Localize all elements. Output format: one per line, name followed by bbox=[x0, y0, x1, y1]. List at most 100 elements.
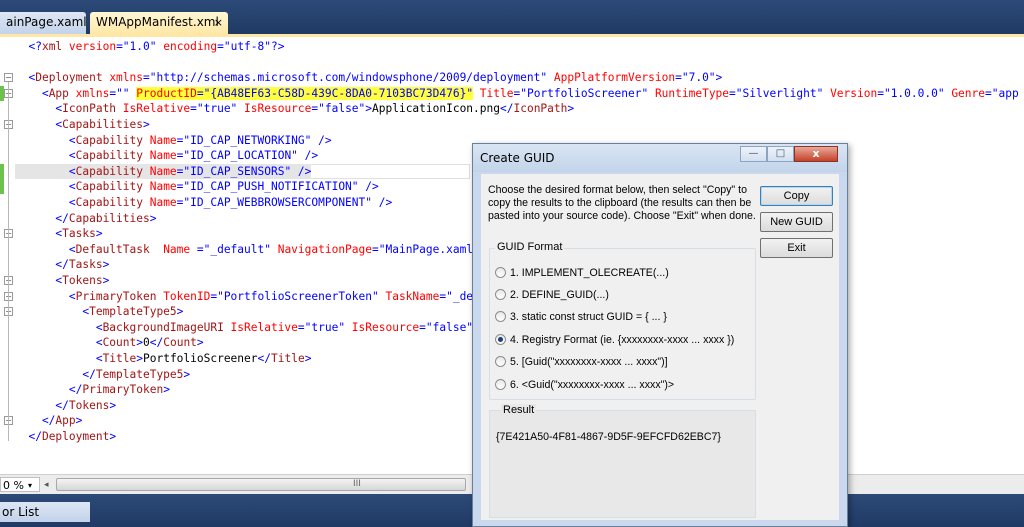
code-token: PrimaryToken bbox=[82, 383, 164, 397]
code-line: <App xmlns="" ProductID="{AB48EF63-C58D-… bbox=[15, 86, 1019, 102]
tab-label: or List bbox=[2, 505, 40, 519]
code-line: </Tasks> bbox=[15, 257, 109, 273]
code-line: </TemplateType5> bbox=[15, 367, 190, 383]
code-token: > bbox=[142, 118, 150, 131]
code-token: 0 bbox=[143, 336, 150, 350]
code-token: DefaultTask bbox=[75, 242, 150, 256]
code-token: </ bbox=[15, 258, 69, 272]
format-radio-6[interactable]: 6. <Guid("xxxxxxxx-xxxx ... xxxx")> bbox=[495, 378, 674, 392]
code-token: Capability bbox=[75, 196, 143, 209]
code-token: Name bbox=[142, 164, 177, 178]
code-token: Tokens bbox=[68, 398, 110, 412]
code-token: ="{AB48EF63-C58D-439C-8DA0-7103BC73D476}… bbox=[196, 86, 474, 100]
code-line: <?xml version="1.0" encoding="utf-8"?> bbox=[15, 39, 284, 55]
format-radio-1[interactable]: 1. IMPLEMENT_OLECREATE(...) bbox=[495, 266, 669, 280]
tab-wmappmanifest-xml[interactable]: WMAppManifest.xml × bbox=[90, 12, 228, 34]
code-token: Capability bbox=[75, 164, 143, 178]
code-token: Capabilities bbox=[68, 211, 150, 225]
code-line: </PrimaryToken> bbox=[15, 382, 170, 398]
code-token: > bbox=[136, 352, 143, 365]
tab-mainpage-xaml[interactable]: ainPage.xaml bbox=[0, 12, 87, 34]
code-token: ="1.0" bbox=[116, 40, 157, 53]
format-radio-2[interactable]: 2. DEFINE_GUID(...) bbox=[495, 288, 609, 302]
code-token: < bbox=[15, 71, 36, 85]
code-token: Tasks bbox=[62, 227, 96, 241]
code-token: </ bbox=[15, 430, 42, 443]
code-line: <IconPath IsRelative="true" IsResource="… bbox=[15, 101, 574, 117]
code-token: </ bbox=[15, 414, 56, 428]
code-token: < bbox=[15, 274, 63, 287]
code-token: App bbox=[48, 86, 69, 100]
code-token: </ bbox=[257, 352, 271, 365]
format-radio-5[interactable]: 5. [Guid("xxxxxxxx-xxxx ... xxxx")] bbox=[495, 355, 668, 369]
code-token: > bbox=[196, 336, 204, 350]
code-token: RuntimeType bbox=[648, 86, 730, 100]
code-token: Capability bbox=[75, 133, 143, 147]
code-token: xml bbox=[41, 40, 63, 53]
code-token: < bbox=[15, 352, 103, 365]
code-token: ="true" bbox=[297, 320, 346, 334]
minimize-button[interactable]: — bbox=[740, 146, 767, 162]
code-token: TemplateType5 bbox=[95, 367, 184, 381]
code-token: </ bbox=[15, 398, 69, 412]
code-token: < bbox=[15, 102, 63, 116]
code-token: > bbox=[109, 398, 117, 412]
fold-toggle-icon[interactable]: − bbox=[4, 73, 13, 83]
copy-button[interactable]: Copy bbox=[760, 186, 833, 206]
horizontal-scrollbar-thumb[interactable]: III bbox=[56, 478, 466, 491]
minimize-icon: — bbox=[748, 148, 759, 159]
zoom-combobox[interactable]: 0 % ▾ bbox=[0, 477, 40, 492]
maximize-button[interactable]: □ bbox=[767, 146, 794, 162]
code-token: > bbox=[95, 227, 103, 241]
code-token: ="" bbox=[109, 86, 137, 100]
format-radio-3[interactable]: 3. static const struct GUID = { ... } bbox=[495, 310, 667, 324]
code-token: xmlns bbox=[68, 86, 110, 100]
result-label: Result bbox=[501, 404, 537, 416]
change-marker bbox=[0, 163, 4, 179]
radio-button-icon[interactable] bbox=[495, 356, 506, 367]
chevron-down-icon[interactable]: ▾ bbox=[28, 478, 32, 493]
code-token: ="7.0"> bbox=[675, 71, 723, 85]
code-token: ="true" bbox=[190, 102, 238, 116]
result-value[interactable]: {7E421A50-4F81-4867-9D5F-9EFCFD62EBC7} bbox=[496, 431, 721, 443]
code-token: IsRelative bbox=[116, 102, 191, 116]
close-button[interactable]: x bbox=[794, 146, 838, 162]
code-line: <DefaultTask Name ="_default" Navigation… bbox=[15, 242, 473, 258]
code-token: ="ID_CAP_NETWORKING" /> bbox=[176, 133, 332, 147]
code-token: NavigationPage bbox=[270, 242, 373, 256]
code-token: > bbox=[304, 352, 312, 365]
code-token: < bbox=[15, 227, 63, 241]
close-icon[interactable]: × bbox=[214, 12, 223, 33]
code-token: ="utf-8"?> bbox=[217, 40, 285, 53]
code-line: </App> bbox=[15, 413, 82, 429]
code-token: ="PortfolioScreener" bbox=[513, 86, 649, 100]
code-token: Tokens bbox=[62, 274, 103, 287]
code-token: </ bbox=[15, 211, 69, 225]
radio-button-icon[interactable] bbox=[495, 379, 506, 390]
code-token: Count bbox=[163, 336, 197, 350]
exit-button[interactable]: Exit bbox=[760, 238, 833, 258]
format-radio-4[interactable]: 4. Registry Format (ie. {xxxxxxxx-xxxx .… bbox=[495, 333, 734, 347]
radio-button-icon[interactable] bbox=[495, 311, 506, 322]
code-line: <Count>0</Count> bbox=[15, 335, 204, 351]
code-token: Name bbox=[142, 133, 177, 147]
code-line: <Capability Name="ID_CAP_PUSH_NOTIFICATI… bbox=[15, 179, 379, 195]
code-token: ="ID_CAP_WEBBROWSERCOMPONENT" /> bbox=[176, 196, 393, 209]
code-token: BackgroundImageURI bbox=[102, 320, 224, 334]
dialog-title-bar[interactable]: Create GUID — □ x bbox=[473, 144, 847, 172]
code-token: encoding bbox=[156, 40, 218, 53]
code-token: PortfolioScreener bbox=[143, 352, 258, 365]
radio-button-icon[interactable] bbox=[495, 267, 506, 278]
code-token: ="false" bbox=[419, 320, 474, 334]
code-token: IconPath bbox=[62, 102, 117, 116]
tab-error-list[interactable]: or List bbox=[0, 502, 90, 522]
radio-button-icon[interactable] bbox=[495, 289, 506, 300]
new-guid-button[interactable]: New GUID bbox=[760, 212, 833, 232]
format-option-label: 6. <Guid("xxxxxxxx-xxxx ... xxxx")> bbox=[510, 379, 675, 391]
code-line: <Tasks> bbox=[15, 226, 103, 242]
code-token: Capabilities bbox=[62, 118, 143, 131]
radio-button-icon[interactable] bbox=[495, 334, 506, 345]
scroll-left-icon[interactable]: ◂ bbox=[44, 480, 49, 490]
dialog-description: Choose the desired format below, then se… bbox=[488, 184, 756, 222]
code-line: <Capability Name="ID_CAP_SENSORS" /> bbox=[15, 163, 312, 180]
